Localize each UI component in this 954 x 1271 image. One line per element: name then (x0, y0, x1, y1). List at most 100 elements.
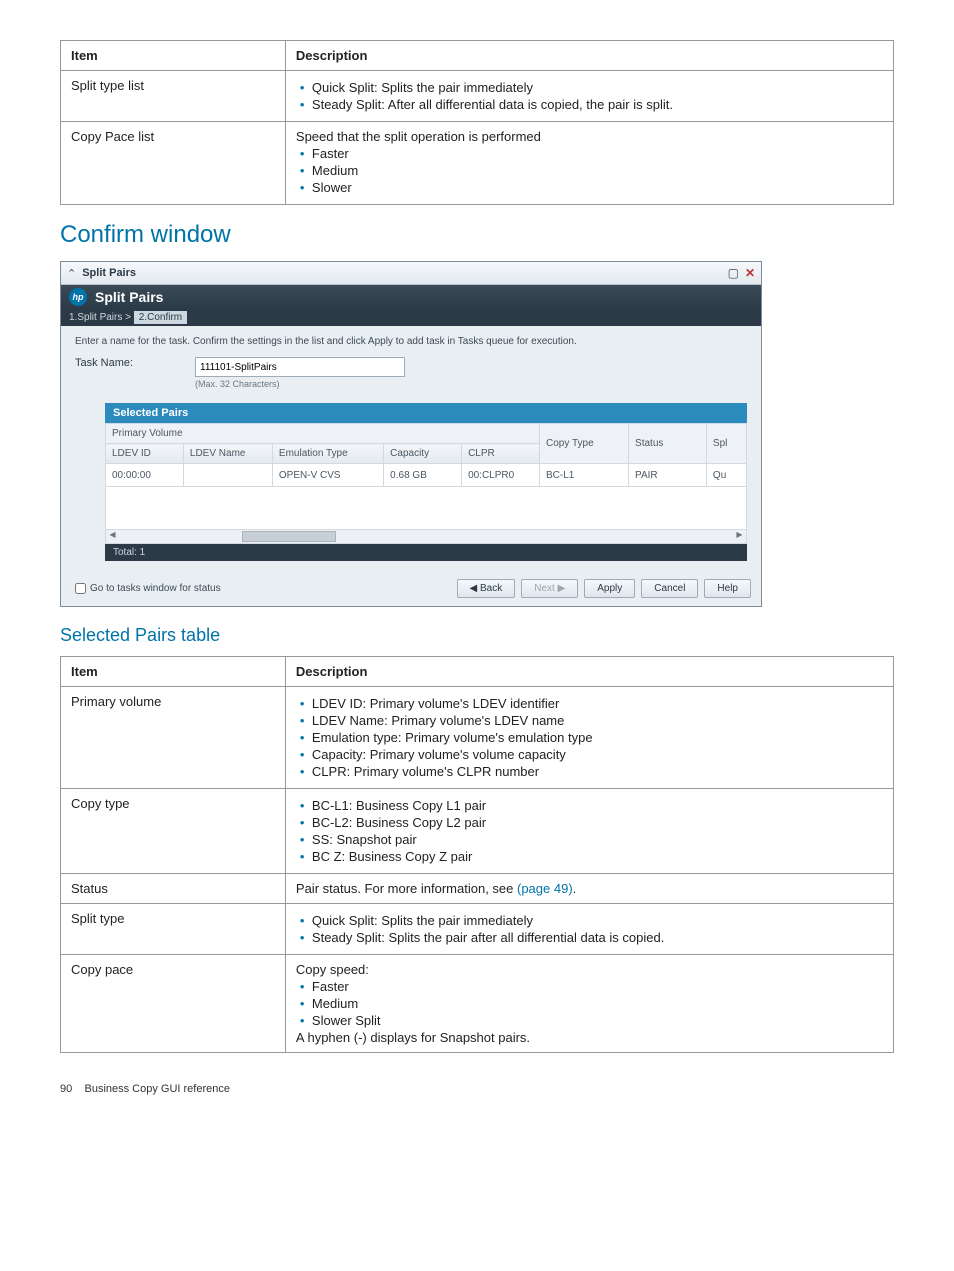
list-item: LDEV ID: Primary volume's LDEV identifie… (314, 696, 883, 711)
dialog-titlebar: ⌃ Split Pairs ▢ ✕ (61, 262, 761, 285)
table-row: Split type Quick Split: Splits the pair … (61, 904, 894, 955)
list-item: BC-L1: Business Copy L1 pair (314, 798, 883, 813)
col-emulation-type[interactable]: Emulation Type (272, 444, 383, 464)
col-item: Item (61, 41, 286, 71)
list-item: Slower Split (314, 1013, 883, 1028)
col-capacity[interactable]: Capacity (384, 444, 462, 464)
col-description: Description (285, 657, 893, 687)
cell-item: Split type (61, 904, 286, 955)
list-item: BC Z: Business Copy Z pair (314, 849, 883, 864)
status-text-pre: Pair status. For more information, see (296, 881, 517, 896)
help-button[interactable]: Help (704, 579, 751, 598)
list-item: Faster (314, 979, 883, 994)
horizontal-scrollbar[interactable]: ◀ ▶ (105, 530, 747, 544)
table-row: Status Pair status. For more information… (61, 874, 894, 904)
restore-icon[interactable]: ▢ (728, 266, 739, 280)
cell-copy-type: BC-L1 (540, 464, 629, 487)
close-icon[interactable]: ✕ (745, 266, 755, 280)
table-row: Primary volume LDEV ID: Primary volume's… (61, 687, 894, 789)
scroll-thumb[interactable] (242, 531, 336, 542)
breadcrumb-step2: 2.Confirm (134, 311, 187, 324)
table-row: Copy pace Copy speed: Faster Medium Slow… (61, 955, 894, 1053)
list-item: LDEV Name: Primary volume's LDEV name (314, 713, 883, 728)
page-footer: 90 Business Copy GUI reference (60, 1083, 894, 1095)
status-text-post: . (573, 881, 577, 896)
heading-confirm-window: Confirm window (60, 221, 894, 249)
cell-description: LDEV ID: Primary volume's LDEV identifie… (285, 687, 893, 789)
list-item: Quick Split: Splits the pair immediately (314, 80, 883, 95)
list-item: Medium (314, 163, 883, 178)
split-pairs-dialog: ⌃ Split Pairs ▢ ✕ hp Split Pairs 1.Split… (60, 261, 762, 607)
heading-selected-pairs-table: Selected Pairs table (60, 625, 894, 646)
page-footer-text: Business Copy GUI reference (84, 1083, 230, 1095)
task-name-label: Task Name: (75, 357, 195, 369)
cell-description: Quick Split: Splits the pair immediately… (285, 71, 893, 122)
breadcrumb: 1.Split Pairs > 2.Confirm (61, 309, 761, 326)
cell-item: Status (61, 874, 286, 904)
grid-footer-total: Total: 1 (105, 544, 747, 561)
next-button: Next ▶ (521, 579, 578, 598)
cell-item: Copy pace (61, 955, 286, 1053)
grid-empty-area (105, 487, 747, 530)
dialog-button-row: Go to tasks window for status ◀ Back Nex… (61, 571, 761, 606)
list-item: Steady Split: Splits the pair after all … (314, 930, 883, 945)
scroll-track[interactable] (119, 530, 733, 543)
cell-capacity: 0.68 GB (384, 464, 462, 487)
col-ldev-name[interactable]: LDEV Name (183, 444, 272, 464)
apply-button[interactable]: Apply (584, 579, 635, 598)
dialog-header-title: Split Pairs (95, 289, 163, 305)
cell-description: Quick Split: Splits the pair immediately… (285, 904, 893, 955)
tail-text: A hyphen (-) displays for Snapshot pairs… (296, 1030, 530, 1045)
list-item: Medium (314, 996, 883, 1011)
list-item: Capacity: Primary volume's volume capaci… (314, 747, 883, 762)
cell-emulation-type: OPEN-V CVS (272, 464, 383, 487)
scroll-right-icon[interactable]: ▶ (733, 530, 746, 543)
col-status[interactable]: Status (629, 424, 707, 464)
cell-status: PAIR (629, 464, 707, 487)
cell-description: Copy speed: Faster Medium Slower Split A… (285, 955, 893, 1053)
col-spl[interactable]: Spl (706, 424, 746, 464)
lead-text: Speed that the split operation is perfor… (296, 129, 541, 144)
dialog-header: hp Split Pairs (61, 285, 761, 309)
breadcrumb-step1[interactable]: 1.Split Pairs > (69, 312, 131, 323)
page-number: 90 (60, 1083, 72, 1095)
back-button[interactable]: ◀ Back (457, 579, 516, 598)
task-name-hint: (Max. 32 Characters) (195, 379, 405, 389)
col-ldev-id[interactable]: LDEV ID (106, 444, 184, 464)
go-to-tasks-checkbox[interactable] (75, 583, 86, 594)
list-item: Faster (314, 146, 883, 161)
cell-clpr: 00:CLPR0 (462, 464, 540, 487)
dialog-title: Split Pairs (82, 267, 721, 279)
list-item: Quick Split: Splits the pair immediately (314, 913, 883, 928)
dialog-hint: Enter a name for the task. Confirm the s… (75, 336, 747, 347)
selected-pairs-grid: Primary Volume Copy Type Status Spl LDEV… (105, 423, 747, 487)
hp-logo-icon: hp (69, 288, 87, 306)
list-item: BC-L2: Business Copy L2 pair (314, 815, 883, 830)
list-item: Slower (314, 180, 883, 195)
table-split-options: Item Description Split type list Quick S… (60, 40, 894, 205)
list-item: Steady Split: After all differential dat… (314, 97, 883, 112)
list-item: Emulation type: Primary volume's emulati… (314, 730, 883, 745)
task-name-input[interactable] (195, 357, 405, 377)
cell-item: Primary volume (61, 687, 286, 789)
cell-spl: Qu (706, 464, 746, 487)
collapse-icon[interactable]: ⌃ (67, 267, 76, 280)
col-clpr[interactable]: CLPR (462, 444, 540, 464)
cell-description: BC-L1: Business Copy L1 pair BC-L2: Busi… (285, 789, 893, 874)
cell-item: Copy type (61, 789, 286, 874)
col-copy-type[interactable]: Copy Type (540, 424, 629, 464)
table-row: Split type list Quick Split: Splits the … (61, 71, 894, 122)
table-row: Copy Pace list Speed that the split oper… (61, 122, 894, 205)
cancel-button[interactable]: Cancel (641, 579, 698, 598)
table-row[interactable]: 00:00:00 OPEN-V CVS 0.68 GB 00:CLPR0 BC-… (106, 464, 747, 487)
cell-item: Copy Pace list (61, 122, 286, 205)
selected-pairs-header: Selected Pairs (105, 403, 747, 423)
list-item: SS: Snapshot pair (314, 832, 883, 847)
cell-ldev-id: 00:00:00 (106, 464, 184, 487)
table-row: Copy type BC-L1: Business Copy L1 pair B… (61, 789, 894, 874)
page-49-link[interactable]: (page 49) (517, 881, 573, 896)
lead-text: Copy speed: (296, 962, 369, 977)
scroll-left-icon[interactable]: ◀ (106, 530, 119, 543)
col-item: Item (61, 657, 286, 687)
cell-description: Speed that the split operation is perfor… (285, 122, 893, 205)
